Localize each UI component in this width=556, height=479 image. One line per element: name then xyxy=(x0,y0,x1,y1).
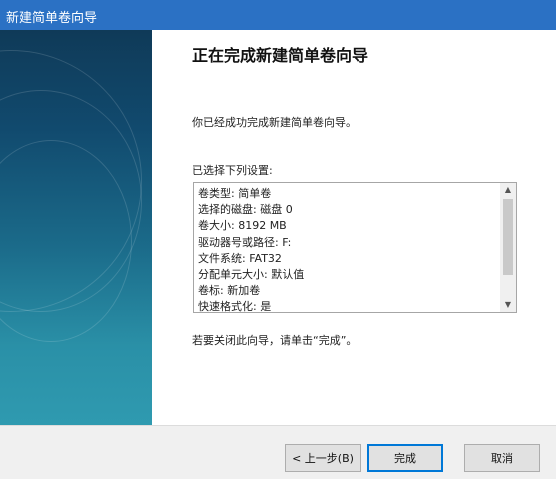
scroll-down-icon[interactable]: ▼ xyxy=(500,298,516,312)
wizard-content: 正在完成新建简单卷向导 你已经成功完成新建简单卷向导。 已选择下列设置: 卷类型… xyxy=(152,30,556,425)
title-bar: 新建简单卷向导 xyxy=(0,0,556,30)
back-button[interactable]: < 上一步(B) xyxy=(285,444,361,472)
button-bar: < 上一步(B) 完成 取消 xyxy=(0,425,556,479)
scroll-up-icon[interactable]: ▲ xyxy=(500,183,516,197)
list-item: 分配单元大小: 默认值 xyxy=(198,267,305,281)
side-banner xyxy=(0,30,152,425)
close-hint: 若要关闭此向导，请单击“完成”。 xyxy=(192,334,358,347)
vertical-scrollbar[interactable]: ▲ ▼ xyxy=(500,183,516,312)
list-item: 卷类型: 简单卷 xyxy=(198,187,272,200)
list-item: 快速格式化: 是 xyxy=(198,300,272,313)
list-item: 卷标: 新加卷 xyxy=(198,284,261,298)
settings-listbox[interactable]: 卷类型: 简单卷 选择的磁盘: 磁盘 0 卷大小: 8192 MB 驱动器号或路… xyxy=(193,182,517,313)
cancel-button[interactable]: 取消 xyxy=(464,444,540,472)
list-item: 驱动器号或路径: F: xyxy=(198,235,292,249)
settings-lines: 卷类型: 简单卷 选择的磁盘: 磁盘 0 卷大小: 8192 MB 驱动器号或路… xyxy=(198,186,498,313)
list-item: 文件系统: FAT32 xyxy=(198,251,282,265)
settings-label: 已选择下列设置: xyxy=(192,164,273,177)
list-item: 选择的磁盘: 磁盘 0 xyxy=(198,203,293,217)
finish-button[interactable]: 完成 xyxy=(367,444,443,472)
list-item: 卷大小: 8192 MB xyxy=(198,219,287,233)
scroll-thumb[interactable] xyxy=(503,199,513,275)
page-title: 正在完成新建简单卷向导 xyxy=(192,46,369,65)
success-message: 你已经成功完成新建简单卷向导。 xyxy=(192,116,357,129)
window-title: 新建简单卷向导 xyxy=(6,11,98,26)
